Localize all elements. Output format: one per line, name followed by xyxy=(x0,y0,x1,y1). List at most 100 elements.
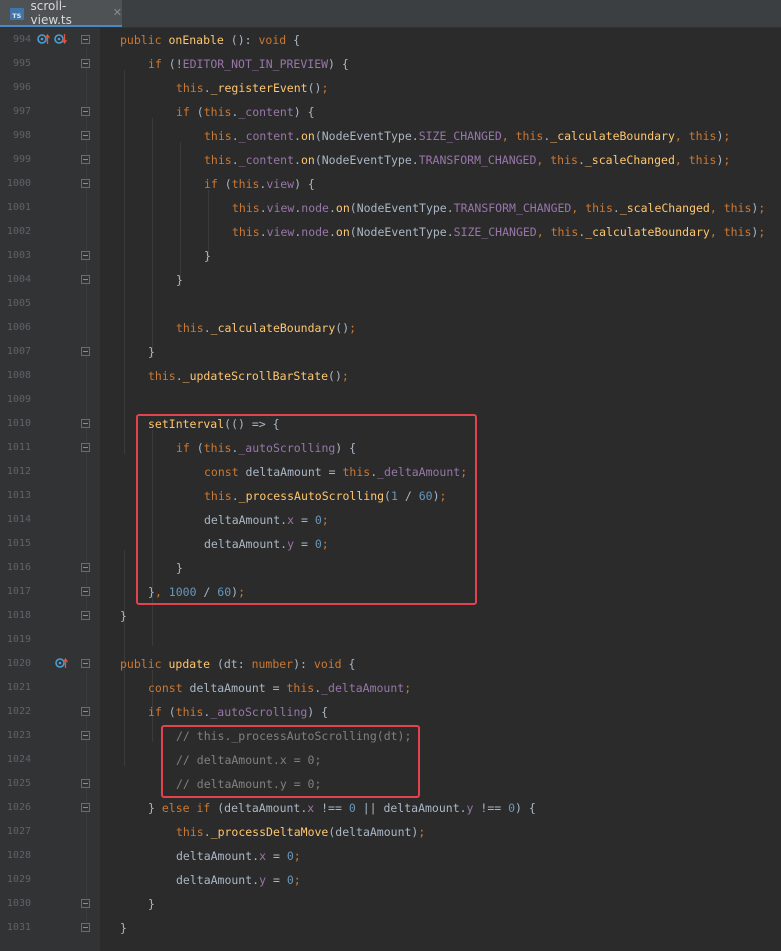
code-line[interactable]: 996 this._registerEvent(); xyxy=(0,76,781,100)
fold-marker-icon[interactable] xyxy=(81,35,90,44)
code-token: } xyxy=(148,897,155,911)
code-token: !== xyxy=(473,801,509,815)
code-token: ): xyxy=(293,657,314,671)
code-token: update xyxy=(168,657,211,671)
line-number: 997 xyxy=(12,106,31,117)
code-line[interactable]: 1004} xyxy=(0,268,781,292)
code-token: } xyxy=(148,801,162,815)
code-line[interactable]: 1029 deltaAmount.y = 0; xyxy=(0,868,781,892)
code-token: view xyxy=(266,225,295,239)
line-number: 1015 xyxy=(6,538,31,549)
fold-marker-icon[interactable] xyxy=(81,275,90,284)
code-token: . xyxy=(231,153,239,167)
fold-marker-icon[interactable] xyxy=(81,419,90,428)
line-number: 1026 xyxy=(6,802,31,813)
code-token: , this xyxy=(674,129,717,143)
code-token: deltaAmount = xyxy=(189,681,287,695)
fold-marker-icon[interactable] xyxy=(81,59,90,68)
fold-marker-icon[interactable] xyxy=(81,899,90,908)
line-number: 1006 xyxy=(6,322,31,333)
code-token: . xyxy=(328,225,336,239)
tab-scroll-view-ts[interactable]: TS scroll-view.ts ✕ xyxy=(0,0,122,27)
line-number: 1029 xyxy=(6,874,31,885)
code-token: , this xyxy=(709,225,752,239)
code-line[interactable]: 997 if (this._content) { xyxy=(0,100,781,124)
code-token: . xyxy=(203,825,211,839)
fold-marker-icon[interactable] xyxy=(81,731,90,740)
code-token: . xyxy=(294,129,301,143)
code-line[interactable]: 1001 this.view.node.on(NodeEventType.TRAN… xyxy=(0,196,781,220)
code-line[interactable]: 1027 this._processDeltaMove(deltaAmount); xyxy=(0,820,781,844)
code-line[interactable]: 1007} xyxy=(0,340,781,364)
fold-marker-icon[interactable] xyxy=(81,923,90,932)
code-token: 0 xyxy=(286,849,294,863)
code-line[interactable]: 1028 deltaAmount.x = 0; xyxy=(0,844,781,868)
code-line[interactable]: 1020 public update (dt: number): void { xyxy=(0,652,781,676)
fold-marker-icon[interactable] xyxy=(81,659,90,668)
fold-marker-icon[interactable] xyxy=(81,779,90,788)
code-token: . xyxy=(328,201,336,215)
code-line[interactable]: 1019 xyxy=(0,628,781,652)
code-line[interactable]: 1030} xyxy=(0,892,781,916)
code-line[interactable]: 1006 this._calculateBoundary(); xyxy=(0,316,781,340)
fold-marker-icon[interactable] xyxy=(81,107,90,116)
code-text: this.view.node.on(NodeEventType.TRANSFOR… xyxy=(232,196,765,220)
fold-marker-icon[interactable] xyxy=(81,587,90,596)
code-line[interactable]: 1008 this._updateScrollBarState(); xyxy=(0,364,781,388)
code-token: . xyxy=(203,321,211,335)
fold-marker-icon[interactable] xyxy=(81,803,90,812)
code-token: node xyxy=(301,225,329,239)
override-up-icon[interactable] xyxy=(37,33,51,44)
code-token: (deltaAmount) xyxy=(328,825,419,839)
code-token: SIZE_CHANGED xyxy=(453,225,537,239)
code-token: _deltaAmount xyxy=(321,681,405,695)
code-line[interactable]: 1009 xyxy=(0,388,781,412)
code-token: deltaAmount. xyxy=(176,873,260,887)
close-icon[interactable]: ✕ xyxy=(113,6,122,19)
line-number: 1005 xyxy=(6,298,31,309)
code-line[interactable]: 1022 if (this._autoScrolling) { xyxy=(0,700,781,724)
fold-marker-icon[interactable] xyxy=(81,155,90,164)
override-down-icon[interactable] xyxy=(54,33,68,45)
code-token: _processDeltaMove xyxy=(210,825,329,839)
code-line[interactable]: 1005 xyxy=(0,292,781,316)
code-line[interactable]: 1026} else if (deltaAmount.x !== 0 || de… xyxy=(0,796,781,820)
code-token: _calculateBoundary xyxy=(210,321,336,335)
code-text: } xyxy=(120,916,127,940)
override-up-icon[interactable] xyxy=(55,657,69,668)
code-line[interactable]: 998 this._content.on(NodeEventType.SIZE_C… xyxy=(0,124,781,148)
code-line[interactable]: 1000 if (this.view) { xyxy=(0,172,781,196)
code-token: } xyxy=(204,249,211,263)
code-text: } xyxy=(148,340,155,364)
code-line[interactable]: 1021 const deltaAmount = this._deltaAmoun… xyxy=(0,676,781,700)
line-number: 1022 xyxy=(6,706,31,717)
fold-marker-icon[interactable] xyxy=(81,443,90,452)
fold-marker-icon[interactable] xyxy=(81,347,90,356)
code-line[interactable]: 1031} xyxy=(0,916,781,940)
code-token: ) { xyxy=(328,57,349,71)
fold-marker-icon[interactable] xyxy=(81,707,90,716)
code-token: node xyxy=(301,201,329,215)
code-token: ; xyxy=(293,849,301,863)
fold-marker-icon[interactable] xyxy=(81,179,90,188)
code-token: this xyxy=(176,81,204,95)
code-line[interactable]: 999 this._content.on(NodeEventType.TRANSF… xyxy=(0,148,781,172)
code-editor[interactable]: 994 public onEnable (): void {995 if (!EDI… xyxy=(0,28,781,951)
fold-marker-icon[interactable] xyxy=(81,611,90,620)
code-line[interactable]: 1018} xyxy=(0,604,781,628)
code-token: () xyxy=(307,81,322,95)
code-token: if xyxy=(204,177,218,191)
code-token: , this xyxy=(536,153,578,167)
code-line[interactable]: 994 public onEnable (): void { xyxy=(0,28,781,52)
code-text: this._updateScrollBarState(); xyxy=(148,364,349,388)
code-token: ; xyxy=(723,129,731,143)
code-line[interactable]: 995 if (!EDITOR_NOT_IN_PREVIEW) { xyxy=(0,52,781,76)
code-text: this._processDeltaMove(deltaAmount); xyxy=(176,820,425,844)
fold-marker-icon[interactable] xyxy=(81,563,90,572)
code-text: if (this.view) { xyxy=(204,172,315,196)
code-line[interactable]: 1003} xyxy=(0,244,781,268)
code-token: this xyxy=(203,105,232,119)
fold-marker-icon[interactable] xyxy=(81,251,90,260)
fold-marker-icon[interactable] xyxy=(81,131,90,140)
code-line[interactable]: 1002 this.view.node.on(NodeEventType.SIZE… xyxy=(0,220,781,244)
